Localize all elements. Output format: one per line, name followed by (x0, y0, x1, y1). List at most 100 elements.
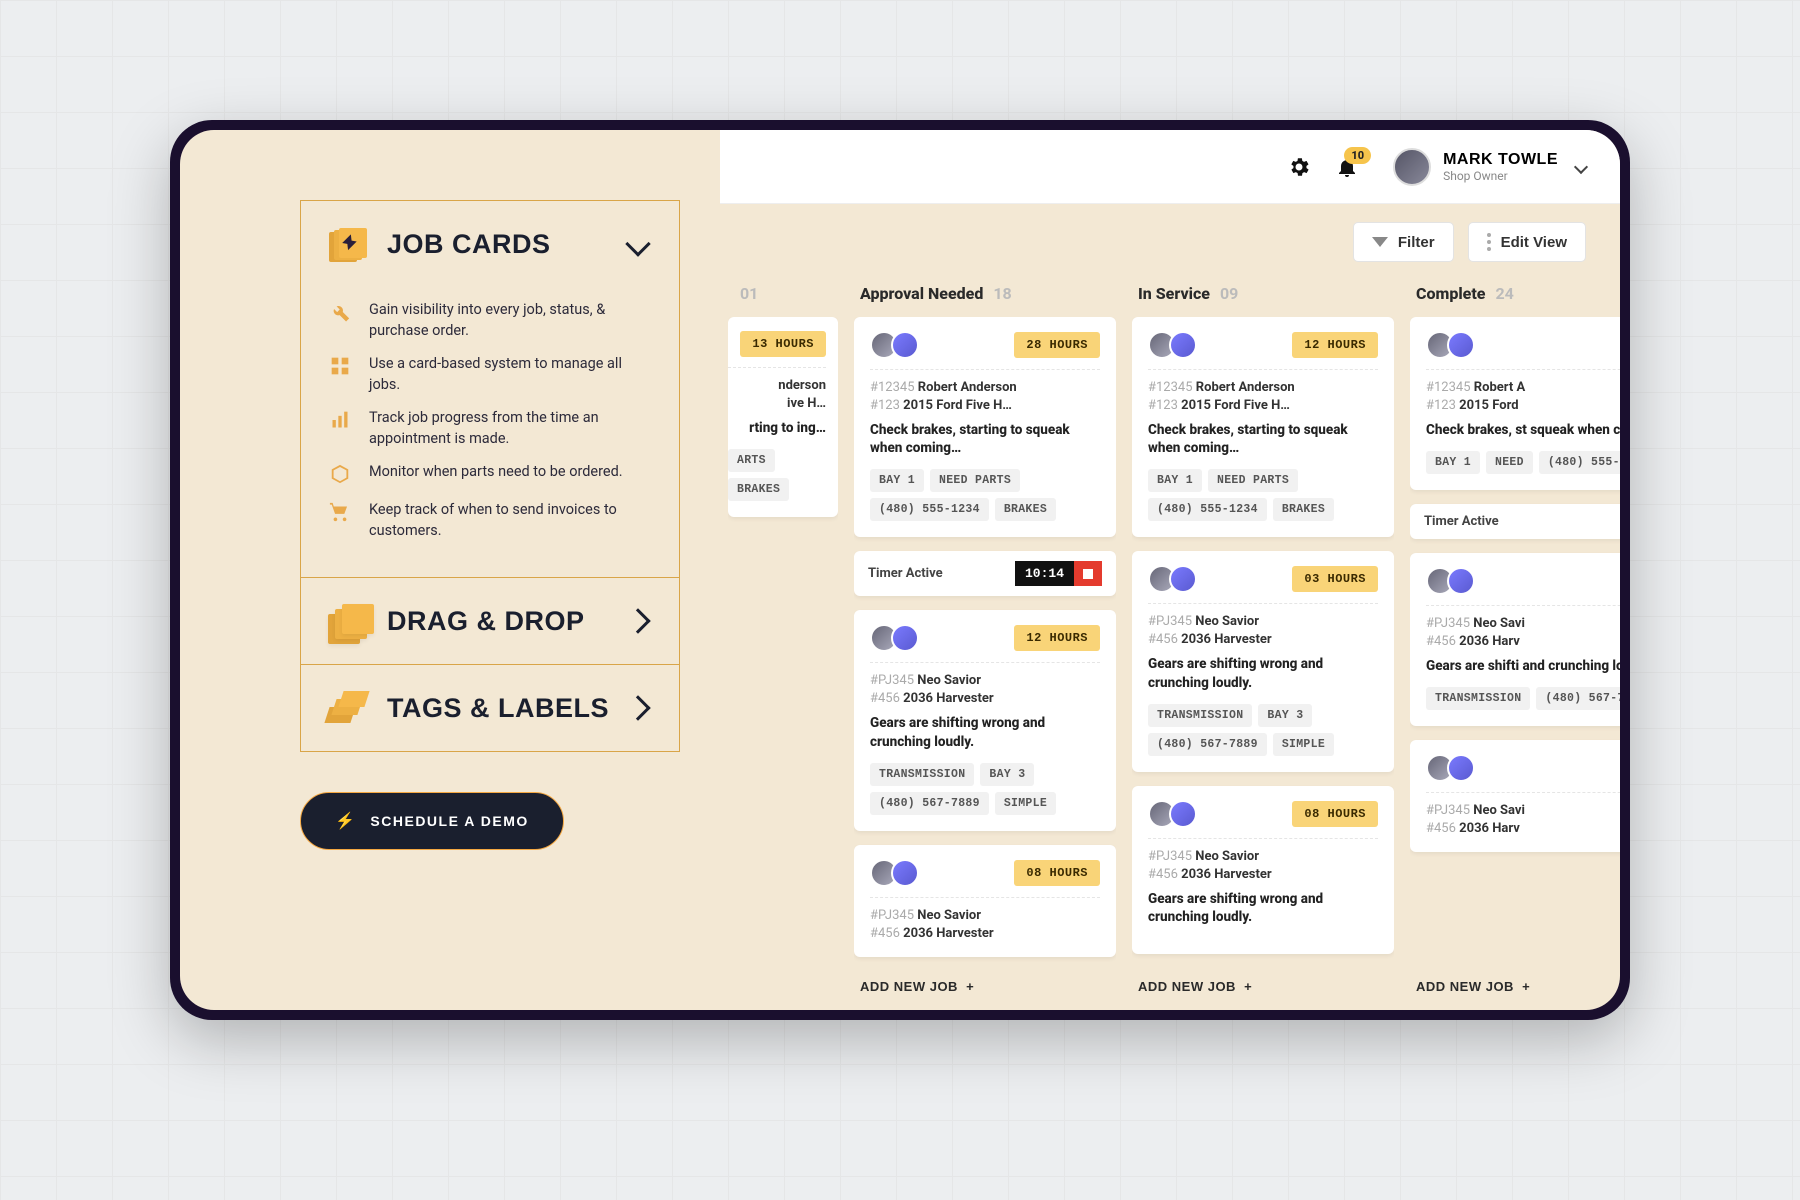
column-header: In Service 09 (1132, 274, 1394, 317)
column-title: Approval Needed (860, 284, 983, 303)
tag: ARTS (728, 449, 775, 472)
tags-labels-icon (327, 687, 369, 729)
add-job-button[interactable]: ADD NEW JOB + (1410, 969, 1620, 1004)
customer-line: #PJ345 Neo Savi (1426, 803, 1620, 818)
customer-line: #12345 Robert A (1426, 380, 1620, 395)
feature-row: Keep track of when to send invoices to c… (327, 499, 653, 541)
tag: TRANSMISSION (1426, 687, 1530, 710)
card-header: 03 HOURS (1148, 565, 1378, 604)
vehicle-line: #456 2036 Harvester (1148, 867, 1378, 882)
avatar (891, 859, 919, 887)
edit-view-label: Edit View (1501, 234, 1567, 251)
tag: (480) 567-7889 (1148, 733, 1267, 756)
timer-box[interactable]: 10:14 (1015, 561, 1102, 586)
topbar: 10 MARK TOWLE Shop Owner (720, 130, 1620, 204)
tag-list: BAY 1NEED(480) 555-123 (1426, 451, 1620, 474)
job-card[interactable]: 03 HOURS#PJ345 Neo Savior#456 2036 Harve… (1132, 551, 1394, 771)
settings-icon[interactable] (1287, 155, 1311, 179)
job-card[interactable]: #PJ345 Neo Savi#456 2036 Harv (1410, 740, 1620, 852)
edit-view-button[interactable]: Edit View (1468, 222, 1586, 262)
tag: SIMPLE (995, 792, 1056, 815)
stop-icon[interactable] (1074, 561, 1102, 586)
feature-row: Monitor when parts need to be ordered. (327, 461, 653, 487)
tag: BAY 1 (1426, 451, 1480, 474)
avatar (1447, 567, 1475, 595)
card-header (1426, 567, 1620, 606)
plus-icon: + (1522, 979, 1530, 994)
job-card[interactable]: 08 HOURS#PJ345 Neo Savior#456 2036 Harve… (854, 845, 1116, 957)
job-description: Gears are shifting wrong and crunching l… (870, 714, 1100, 750)
add-job-button[interactable]: ADD NEW JOB + (854, 969, 1116, 1004)
avatar (1447, 754, 1475, 782)
accordion-header-tags-labels[interactable]: TAGS & LABELS (301, 665, 679, 751)
column-body: 12 HOURS#12345 Robert Anderson#123 2015 … (1132, 317, 1394, 969)
assignees (870, 331, 919, 359)
chevron-down-icon (625, 231, 650, 256)
more-icon (1487, 233, 1491, 251)
wrench-icon (327, 299, 353, 325)
chevron-right-icon (625, 695, 650, 720)
assignees (1426, 331, 1475, 359)
tag: NEED (1486, 451, 1533, 474)
plus-icon: + (966, 979, 974, 994)
column-count: 24 (1495, 284, 1513, 303)
job-card[interactable]: #12345 Robert A#123 2015 FordCheck brake… (1410, 317, 1620, 490)
tag: BRAKES (728, 478, 789, 501)
user-menu[interactable]: MARK TOWLE Shop Owner (1393, 148, 1586, 186)
accordion-item-drag-drop: DRAG & DROP (301, 577, 679, 664)
customer-line: #PJ345 Neo Savi (1426, 616, 1620, 631)
feature-text: Monitor when parts need to be ordered. (369, 461, 623, 487)
column-title: Complete (1416, 284, 1485, 303)
accordion-header-drag-drop[interactable]: DRAG & DROP (301, 578, 679, 664)
tag-list: BAY 1NEED PARTS(480) 555-1234BRAKES (870, 469, 1100, 521)
column-body: #12345 Robert A#123 2015 FordCheck brake… (1410, 317, 1620, 969)
assignees (1426, 567, 1475, 595)
tag: TRANSMISSION (1148, 704, 1252, 727)
job-description: Check brakes, st squeak when co (1426, 421, 1620, 439)
job-description: Gears are shifti and crunching lo (1426, 657, 1620, 675)
filter-button[interactable]: Filter (1353, 222, 1454, 262)
card-header: 28 HOURS (870, 331, 1100, 370)
column-title: In Service (1138, 284, 1210, 303)
tag: BRAKES (1273, 498, 1334, 521)
accordion-header-job-cards[interactable]: JOB CARDS (301, 201, 679, 287)
feature-text: Keep track of when to send invoices to c… (369, 499, 653, 541)
drag-drop-icon (327, 600, 369, 642)
card-header: 13 HOURS (728, 331, 826, 368)
timer-value: 10:14 (1015, 561, 1074, 586)
column-header: Approval Needed 18 (854, 274, 1116, 317)
chevron-right-icon (625, 608, 650, 633)
avatar (891, 331, 919, 359)
board-toolbar: Filter Edit View (720, 204, 1620, 274)
hours-badge: 08 HOURS (1014, 860, 1100, 886)
schedule-demo-button[interactable]: ⚡ SCHEDULE A DEMO (300, 792, 564, 850)
card-header (1426, 331, 1620, 370)
hours-badge: 13 HOURS (740, 331, 826, 357)
assignees (1148, 565, 1197, 593)
job-card[interactable]: 12 HOURS#PJ345 Neo Savior#456 2036 Harve… (854, 610, 1116, 830)
job-description: Check brakes, starting to squeak when co… (1148, 421, 1378, 457)
card-header: 08 HOURS (1148, 800, 1378, 839)
column-header: 01 (728, 274, 838, 317)
job-card[interactable]: 13 HOURS nderson ive H…rting to ing…ARTS… (728, 317, 838, 517)
filter-icon (1372, 237, 1388, 247)
notifications-button[interactable]: 10 (1335, 155, 1359, 179)
feature-row: Use a card-based system to manage all jo… (327, 353, 653, 395)
kanban-column: In Service 0912 HOURS#12345 Robert Ander… (1132, 274, 1394, 1004)
add-job-button[interactable]: ADD NEW JOB + (1132, 969, 1394, 1004)
job-card[interactable]: #PJ345 Neo Savi#456 2036 HarvGears are s… (1410, 553, 1620, 726)
tag: SIMPLE (1273, 733, 1334, 756)
tag: (480) 555-1234 (1148, 498, 1267, 521)
chevron-down-icon (1574, 159, 1588, 173)
vehicle-line: #123 2015 Ford Five H… (1148, 398, 1378, 413)
tag: BAY 1 (1148, 469, 1202, 492)
customer-line: #PJ345 Neo Savior (1148, 614, 1378, 629)
tag: BAY 3 (980, 763, 1034, 786)
job-card[interactable]: 12 HOURS#12345 Robert Anderson#123 2015 … (1132, 317, 1394, 537)
job-card[interactable]: 28 HOURS#12345 Robert Anderson#123 2015 … (854, 317, 1116, 537)
avatar (1169, 565, 1197, 593)
customer-line: #PJ345 Neo Savior (870, 673, 1100, 688)
tag: (480) 555-1234 (870, 498, 989, 521)
tag: BAY 1 (870, 469, 924, 492)
job-card[interactable]: 08 HOURS#PJ345 Neo Savior#456 2036 Harve… (1132, 786, 1394, 954)
